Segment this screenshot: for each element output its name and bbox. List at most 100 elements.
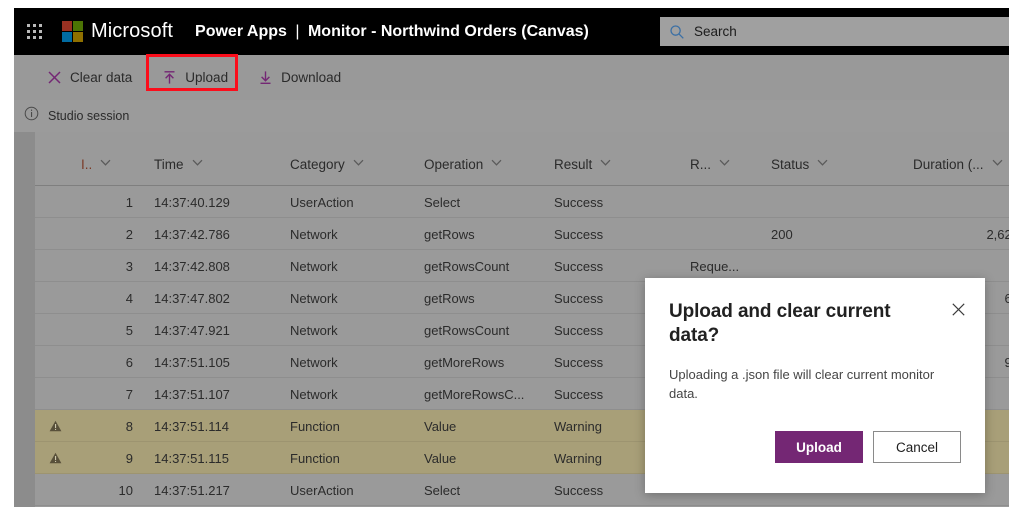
- table-row[interactable]: 1 14:37:40.129 UserAction Select Success: [35, 186, 1009, 218]
- column-header-label: Time: [154, 156, 184, 172]
- dialog-cancel-button[interactable]: Cancel: [873, 431, 961, 463]
- cell-time: 14:37:51.105: [154, 354, 230, 370]
- cell-time: 14:37:51.217: [154, 482, 230, 498]
- chevron-down-icon[interactable]: [352, 156, 365, 172]
- search-placeholder: Search: [694, 24, 737, 39]
- session-label: Studio session: [48, 109, 130, 123]
- column-header-status[interactable]: Status: [771, 156, 829, 172]
- brand-name: Microsoft: [91, 20, 174, 42]
- cell-category: Function: [290, 450, 340, 466]
- info-icon: [24, 106, 39, 126]
- upload-label: Upload: [185, 70, 229, 85]
- chevron-down-icon[interactable]: [191, 156, 204, 172]
- dialog-upload-button[interactable]: Upload: [775, 431, 863, 463]
- cell-index: 9: [125, 450, 133, 466]
- column-header-label: Operation: [424, 156, 484, 172]
- cell-time: 14:37:51.107: [154, 386, 230, 402]
- warning-icon: [35, 442, 75, 474]
- column-header-label: Duration (...: [913, 156, 984, 172]
- upload-confirm-dialog: Upload and clear current data? Uploading…: [645, 278, 985, 493]
- cell-result: Success: [554, 354, 604, 370]
- column-header-result[interactable]: Result: [554, 156, 612, 172]
- dialog-actions: Upload Cancel: [775, 431, 961, 463]
- cell-operation: Select: [424, 482, 461, 498]
- clear-data-button[interactable]: Clear data: [36, 62, 143, 94]
- cell-operation: getMoreRows: [424, 354, 505, 370]
- grid-left-rail: [14, 132, 35, 507]
- cell-index: 3: [125, 258, 133, 274]
- cell-time: 14:37:42.786: [154, 226, 230, 242]
- dialog-message: Uploading a .json file will clear curren…: [669, 366, 935, 402]
- download-icon: [258, 70, 273, 85]
- suite-header: Microsoft Power Apps | Monitor - Northwi…: [14, 8, 1009, 55]
- power-apps-monitor-window: Microsoft Power Apps | Monitor - Northwi…: [14, 8, 1009, 507]
- cell-category: Function: [290, 418, 340, 434]
- cell-operation: getRowsCount: [424, 322, 510, 338]
- search-box[interactable]: Search: [660, 17, 1009, 46]
- cell-operation: getRows: [424, 290, 475, 306]
- table-row[interactable]: 2 14:37:42.786 Network getRows Success 200 2,6…: [35, 218, 1009, 250]
- cell-time: 14:37:47.921: [154, 322, 230, 338]
- chevron-down-icon[interactable]: [816, 156, 829, 172]
- cell-category: UserAction: [290, 482, 354, 498]
- cell-duration: [907, 186, 1009, 218]
- cell-category: Network: [290, 354, 338, 370]
- column-header-category[interactable]: Category: [290, 156, 365, 172]
- close-dialog-button[interactable]: [945, 296, 971, 322]
- cell-index: 2: [125, 226, 133, 242]
- column-header-r[interactable]: R...: [690, 156, 731, 172]
- cell-category: Network: [290, 322, 338, 338]
- cell-time: 14:37:47.802: [154, 290, 230, 306]
- app-launcher-button[interactable]: [14, 8, 54, 55]
- chevron-down-icon[interactable]: [99, 156, 112, 172]
- cell-result: Warning: [554, 450, 602, 466]
- cell-category: Network: [290, 386, 338, 402]
- chevron-down-icon[interactable]: [718, 156, 731, 172]
- cell-result: Success: [554, 482, 604, 498]
- cell-index: 10: [118, 482, 133, 498]
- cell-index: 5: [125, 322, 133, 338]
- title-separator: |: [295, 22, 300, 40]
- cell-status: 200: [771, 226, 793, 242]
- page-name: Monitor - Northwind Orders (Canvas): [307, 22, 589, 40]
- column-header-label: R...: [690, 156, 712, 172]
- upload-button[interactable]: Upload: [151, 62, 239, 94]
- cell-category: Network: [290, 226, 338, 242]
- cell-result: Success: [554, 226, 604, 242]
- cell-result: Success: [554, 386, 604, 402]
- cell-result: Success: [554, 194, 604, 210]
- cell-index: 8: [125, 418, 133, 434]
- cell-operation: getRows: [424, 226, 475, 242]
- cell-result: Warning: [554, 418, 602, 434]
- column-header-label: Category: [290, 156, 345, 172]
- download-button[interactable]: Download: [247, 62, 352, 94]
- cell-time: 14:37:42.808: [154, 258, 230, 274]
- warning-icon: [35, 410, 75, 442]
- close-icon: [47, 70, 62, 85]
- cell-duration: 2,625: [986, 226, 1009, 242]
- cell-time: 14:37:51.114: [154, 418, 229, 434]
- close-icon: [951, 302, 965, 316]
- cell-index: 7: [125, 386, 133, 402]
- cell-index: 1: [125, 194, 133, 210]
- cell-status: [771, 186, 863, 218]
- upload-highlight-group: Upload: [146, 53, 239, 94]
- chevron-down-icon[interactable]: [991, 156, 1004, 172]
- cell-index: 4: [125, 290, 133, 306]
- column-header-operation[interactable]: Operation: [424, 156, 503, 172]
- chevron-down-icon[interactable]: [599, 156, 612, 172]
- microsoft-logo-icon: [62, 21, 83, 42]
- microsoft-logo-link[interactable]: Microsoft: [62, 20, 173, 43]
- cell-operation: Select: [424, 194, 461, 210]
- cell-time: 14:37:40.129: [154, 194, 230, 210]
- session-strip: Studio session: [14, 100, 1009, 132]
- column-header-label: Result: [554, 156, 593, 172]
- chevron-down-icon[interactable]: [490, 156, 503, 172]
- cell-request: [690, 186, 760, 218]
- column-header-time[interactable]: Time: [154, 156, 204, 172]
- column-header-i[interactable]: I..: [81, 156, 112, 172]
- column-header-duration[interactable]: Duration (...: [913, 156, 1004, 172]
- page-title: Power Apps | Monitor - Northwind Orders …: [195, 23, 589, 41]
- grid-header-row: I.. Time Category Operation Result R... Status…: [35, 132, 1009, 186]
- column-header-label: Status: [771, 156, 810, 172]
